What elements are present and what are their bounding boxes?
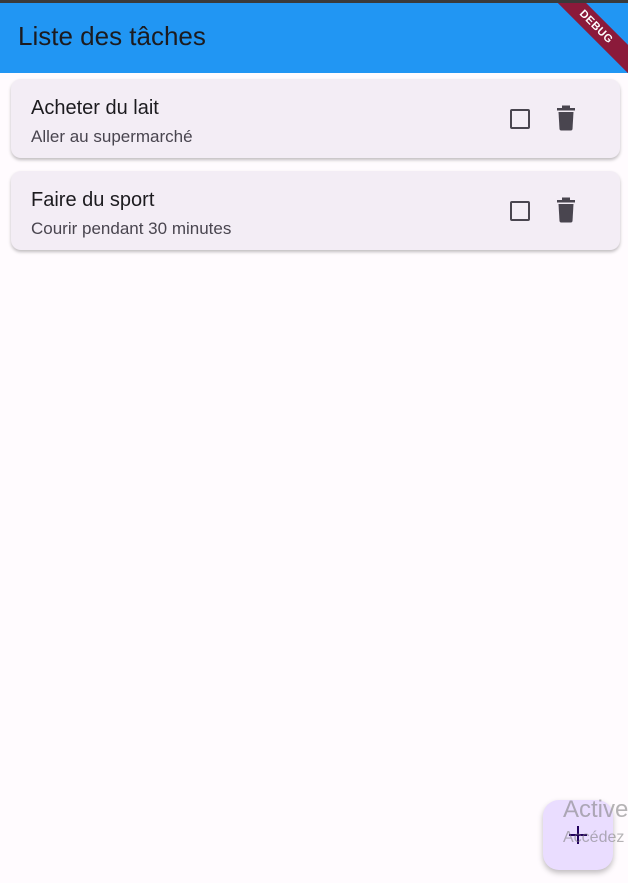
windows-activation-watermark-subtitle: Accédez — [563, 829, 625, 846]
windows-activation-watermark-title: Active — [563, 796, 628, 823]
delete-task-button[interactable] — [554, 197, 578, 223]
task-done-checkbox[interactable] — [510, 201, 530, 221]
debug-banner: DEBUG — [539, 3, 628, 73]
delete-task-button[interactable] — [554, 105, 578, 131]
task-card[interactable]: Faire du sport Courir pendant 30 minutes — [11, 171, 620, 250]
delete-icon — [557, 197, 575, 223]
app-bar: Liste des tâches DEBUG — [0, 3, 628, 73]
task-done-checkbox[interactable] — [510, 109, 530, 129]
page-title: Liste des tâches — [18, 21, 206, 51]
task-card[interactable]: Acheter du lait Aller au supermarché — [11, 79, 620, 158]
task-list: Acheter du lait Aller au supermarché Fai… — [11, 79, 620, 263]
task-subtitle: Aller au supermarché — [31, 127, 193, 146]
task-subtitle: Courir pendant 30 minutes — [31, 219, 232, 238]
delete-icon — [557, 105, 575, 131]
task-title: Faire du sport — [31, 189, 155, 211]
task-title: Acheter du lait — [31, 97, 159, 119]
